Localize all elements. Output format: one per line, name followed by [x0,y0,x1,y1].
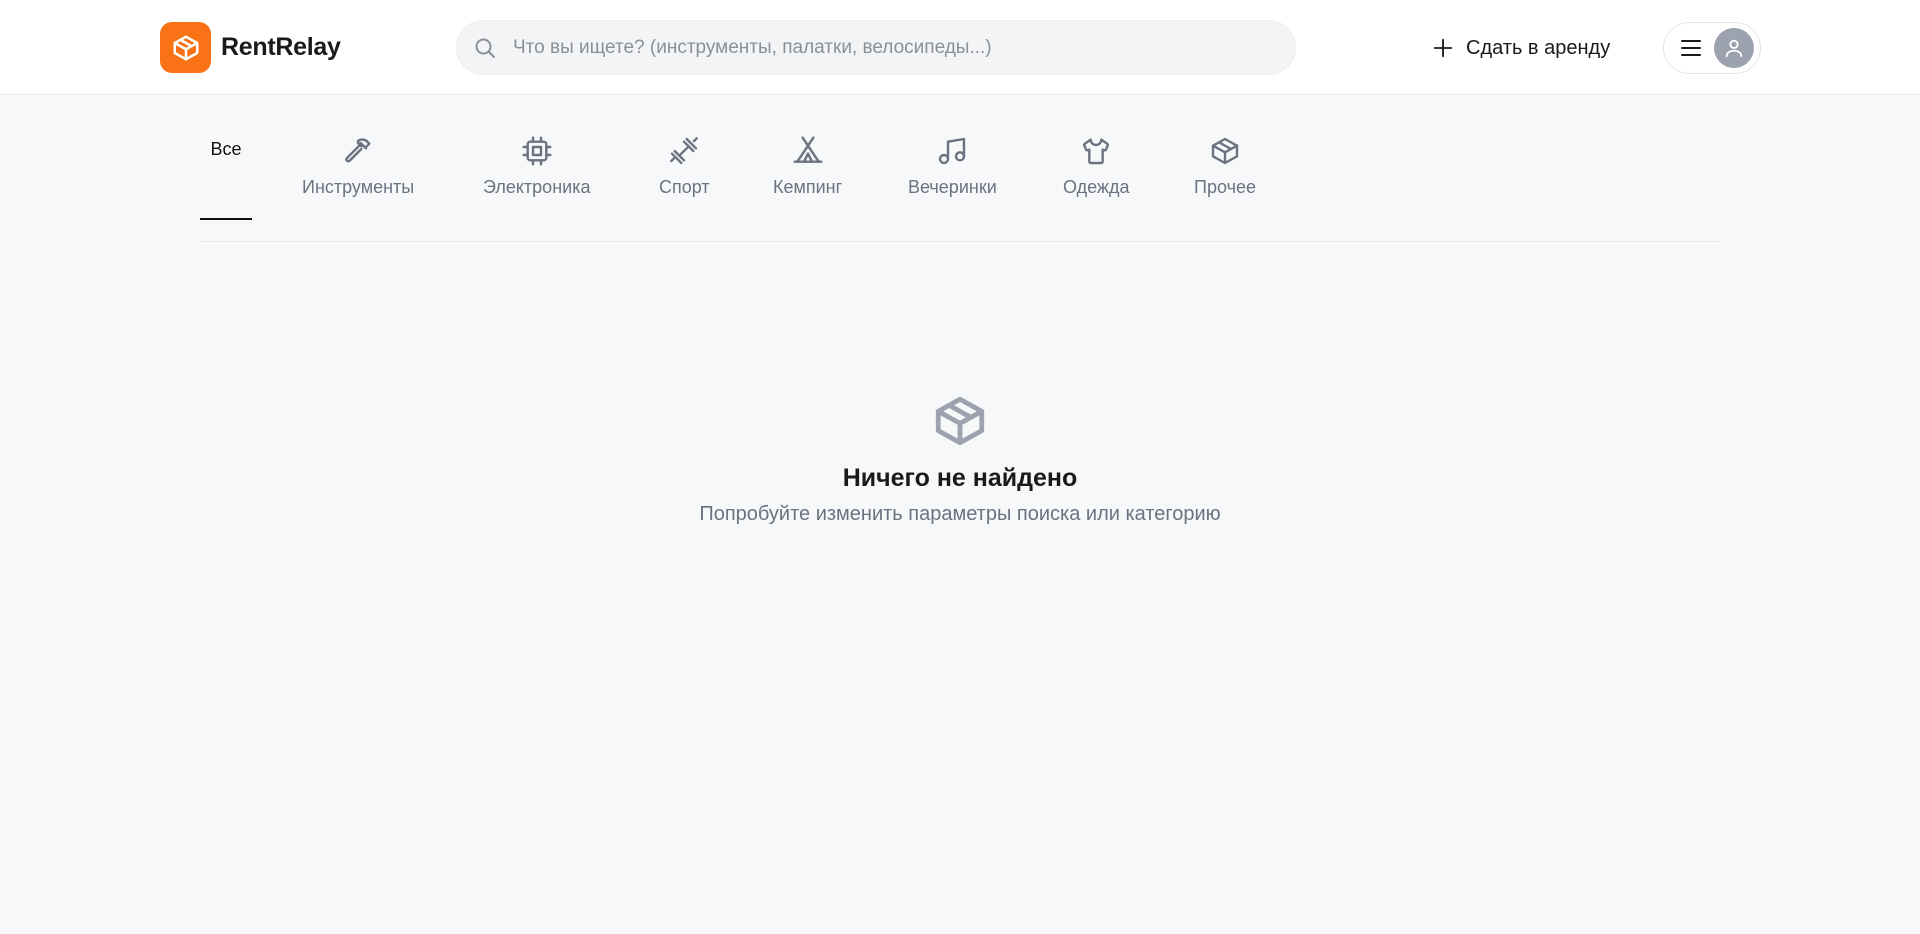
search-bar[interactable] [456,20,1296,75]
empty-state: Ничего не найдено Попробуйте изменить па… [0,392,1920,526]
top-header: RentRelay Сдать в аренду [0,0,1920,95]
shirt-icon [1083,138,1110,165]
tab-all[interactable]: Все [200,95,252,220]
tab-label: Все [210,139,242,159]
user-menu-button[interactable] [1663,22,1761,74]
plus-icon [1433,38,1453,58]
search-icon [475,38,495,58]
list-item-label: Сдать в аренду [1466,36,1611,59]
app-name: RentRelay [221,33,341,61]
tab-clothing[interactable]: Одежда [1063,95,1129,220]
tab-label: Инструменты [302,177,415,197]
music-note-icon [939,137,966,165]
category-tabs: Все Инструменты Электроника Спорт Кемпин… [200,95,1721,242]
tab-label: Прочее [1194,177,1256,197]
tab-label: Вечеринки [908,177,997,197]
tab-camping[interactable]: Кемпинг [773,95,842,220]
hammer-icon [345,138,371,163]
menu-icon [1681,40,1701,56]
chip-icon [522,136,552,166]
tab-other[interactable]: Прочее [1194,95,1256,220]
tab-tools[interactable]: Инструменты [302,95,414,220]
avatar [1714,28,1754,68]
logo-box-icon [160,22,211,73]
active-tab-indicator [200,218,252,220]
tab-label: Кемпинг [773,177,843,197]
box-icon [1211,137,1239,165]
tab-sport[interactable]: Спорт [659,95,710,220]
tent-icon [793,136,823,163]
empty-state-title: Ничего не найдено [842,464,1078,492]
user-icon [1725,39,1743,58]
empty-state-subtitle: Попробуйте изменить параметры поиска или… [699,503,1221,525]
tab-label: Одежда [1063,177,1130,197]
logo[interactable]: RentRelay [160,22,341,73]
list-item-button[interactable]: Сдать в аренду [1432,28,1610,68]
search-input[interactable] [513,21,1295,74]
box-icon [935,396,985,446]
tab-parties[interactable]: Вечеринки [908,95,997,220]
tab-electronics[interactable]: Электроника [483,95,590,220]
tab-label: Электроника [483,177,591,197]
tab-label: Спорт [659,177,710,197]
dumbbell-icon [670,137,699,165]
